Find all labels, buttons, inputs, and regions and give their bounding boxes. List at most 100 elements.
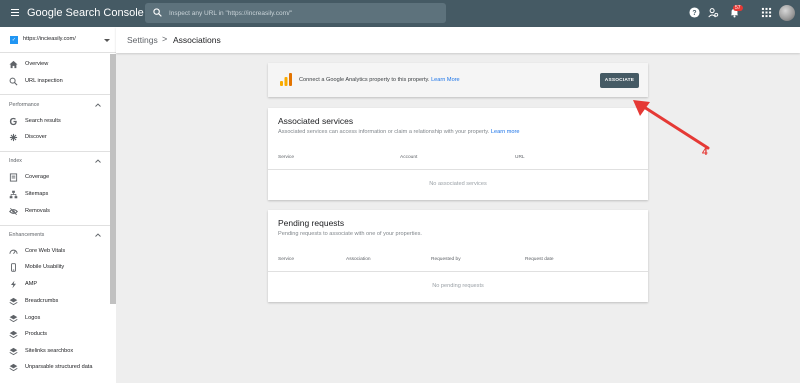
- layers-icon: [9, 314, 18, 323]
- svg-text:?: ?: [692, 10, 696, 17]
- sitemaps-icon: [9, 190, 18, 199]
- column-header-request-date: Request date: [525, 257, 554, 262]
- removals-icon: [9, 208, 18, 215]
- menu-icon[interactable]: [11, 9, 19, 16]
- lightning-icon: [10, 280, 17, 289]
- sidebar-item-products[interactable]: Products: [0, 328, 110, 342]
- asterisk-icon: [9, 133, 18, 142]
- column-header-service: Service: [278, 257, 294, 262]
- sidebar-item-discover[interactable]: Discover: [0, 131, 110, 145]
- sidebar-item-logos[interactable]: Logos: [0, 312, 110, 326]
- home-icon: [9, 60, 18, 69]
- empty-state-message: No pending requests: [432, 283, 484, 289]
- avatar[interactable]: [779, 5, 795, 21]
- breadcrumb-settings[interactable]: Settings: [127, 35, 158, 45]
- chevron-up-icon[interactable]: [95, 233, 101, 237]
- property-favicon-icon: ✓: [10, 36, 18, 44]
- sidebar: ✓ https://incieasily.com/ Overview URL i…: [0, 27, 116, 383]
- search-icon: [153, 8, 162, 17]
- associated-services-desc-text: Associated services can access informati…: [278, 129, 490, 135]
- search-icon: [9, 77, 18, 86]
- learn-more-link[interactable]: Learn more: [491, 129, 520, 135]
- top-bar: Google Search Console ? 57: [0, 0, 800, 27]
- property-selector[interactable]: ✓ https://incieasily.com/: [0, 27, 116, 53]
- sidebar-item-label: Sitemaps: [25, 191, 49, 197]
- associated-services-card: Associated services Associated services …: [268, 108, 648, 200]
- sidebar-item-label: Core Web Vitals: [25, 248, 66, 254]
- section-performance[interactable]: Performance: [9, 102, 39, 108]
- table-divider: [268, 271, 648, 272]
- sidebar-item-unparsable-structured-data[interactable]: Unparsable structured data: [0, 361, 110, 375]
- sidebar-item-overview[interactable]: Overview: [0, 58, 110, 72]
- phone-icon: [11, 263, 16, 272]
- sidebar-item-amp[interactable]: AMP: [0, 278, 110, 292]
- column-header-association: Association: [346, 257, 371, 262]
- notification-badge: 57: [733, 5, 743, 11]
- gauge-icon: [9, 249, 18, 254]
- breadcrumb-separator: >: [162, 34, 168, 44]
- url-inspect-search[interactable]: [145, 3, 446, 23]
- sidebar-divider: [0, 225, 110, 226]
- column-header-service: Service: [278, 155, 294, 160]
- sidebar-item-sitemaps[interactable]: Sitemaps: [0, 188, 110, 202]
- associated-services-title: Associated services: [278, 116, 354, 126]
- property-url: https://incieasily.com/: [23, 36, 76, 42]
- manage-users-icon[interactable]: [708, 7, 719, 18]
- layers-icon: [9, 347, 18, 356]
- sidebar-item-label: AMP: [25, 281, 38, 287]
- sidebar-item-removals[interactable]: Removals: [0, 205, 110, 219]
- sidebar-item-label: Overview: [25, 61, 49, 67]
- sidebar-item-label: URL inspection: [25, 78, 63, 84]
- coverage-icon: [9, 173, 18, 182]
- sidebar-item-breadcrumbs[interactable]: Breadcrumbs: [0, 295, 110, 309]
- page-title: Associations: [173, 35, 221, 45]
- pending-requests-card: Pending requests Pending requests to ass…: [268, 210, 648, 302]
- ga-banner-text: Connect a Google Analytics property to t…: [299, 77, 460, 83]
- caret-down-icon: [104, 39, 110, 42]
- google-analytics-icon: [280, 73, 292, 86]
- learn-more-link[interactable]: Learn More: [431, 77, 460, 83]
- sidebar-divider: [0, 94, 110, 95]
- annotation-number: 4: [702, 147, 708, 158]
- sidebar-item-label: Coverage: [25, 174, 50, 180]
- section-index[interactable]: Index: [9, 158, 22, 164]
- sidebar-item-search-results[interactable]: Search results: [0, 115, 110, 129]
- sidebar-item-sitelinks-searchbox[interactable]: Sitelinks searchbox: [0, 345, 110, 359]
- column-header-requested-by: Requested by: [431, 257, 461, 262]
- associated-services-description: Associated services can access informati…: [278, 129, 519, 135]
- layers-icon: [9, 363, 18, 372]
- sidebar-item-mobile-usability[interactable]: Mobile Usability: [0, 261, 110, 275]
- sidebar-item-core-web-vitals[interactable]: Core Web Vitals: [0, 245, 110, 259]
- table-divider: [268, 169, 648, 170]
- sidebar-item-label: Removals: [25, 208, 50, 214]
- ga-association-banner: Connect a Google Analytics property to t…: [268, 63, 648, 97]
- sidebar-item-label: Logos: [25, 315, 41, 321]
- pending-requests-title: Pending requests: [278, 218, 345, 228]
- sidebar-divider: [0, 151, 110, 152]
- pending-requests-description: Pending requests to associate with one o…: [278, 231, 422, 237]
- column-header-url: URL: [515, 155, 525, 160]
- empty-state-message: No associated services: [429, 181, 487, 187]
- app-title[interactable]: Google Search Console: [27, 7, 144, 19]
- sidebar-item-label: Sitelinks searchbox: [25, 348, 74, 354]
- chevron-up-icon[interactable]: [95, 159, 101, 163]
- search-input[interactable]: [169, 3, 439, 23]
- layers-icon: [9, 330, 18, 339]
- chevron-up-icon[interactable]: [95, 103, 101, 107]
- layers-icon: [9, 297, 18, 306]
- google-g-icon: [9, 117, 17, 126]
- sidebar-item-label: Mobile Usability: [25, 264, 65, 270]
- associate-button[interactable]: ASSOCIATE: [600, 73, 639, 88]
- sidebar-item-coverage[interactable]: Coverage: [0, 171, 110, 185]
- sidebar-item-label: Products: [25, 331, 48, 337]
- sidebar-item-label: Search results: [25, 118, 61, 124]
- column-header-account: Account: [400, 155, 418, 160]
- ga-banner-message: Connect a Google Analytics property to t…: [299, 77, 430, 83]
- sidebar-item-label: Discover: [25, 134, 47, 140]
- sidebar-item-url-inspection[interactable]: URL inspection: [0, 75, 110, 89]
- section-enhancements[interactable]: Enhancements: [9, 232, 44, 238]
- breadcrumb: Settings > Associations: [116, 27, 800, 53]
- apps-grid-icon[interactable]: [761, 7, 772, 18]
- sidebar-scrollbar[interactable]: [110, 54, 116, 304]
- help-icon[interactable]: ?: [689, 7, 700, 18]
